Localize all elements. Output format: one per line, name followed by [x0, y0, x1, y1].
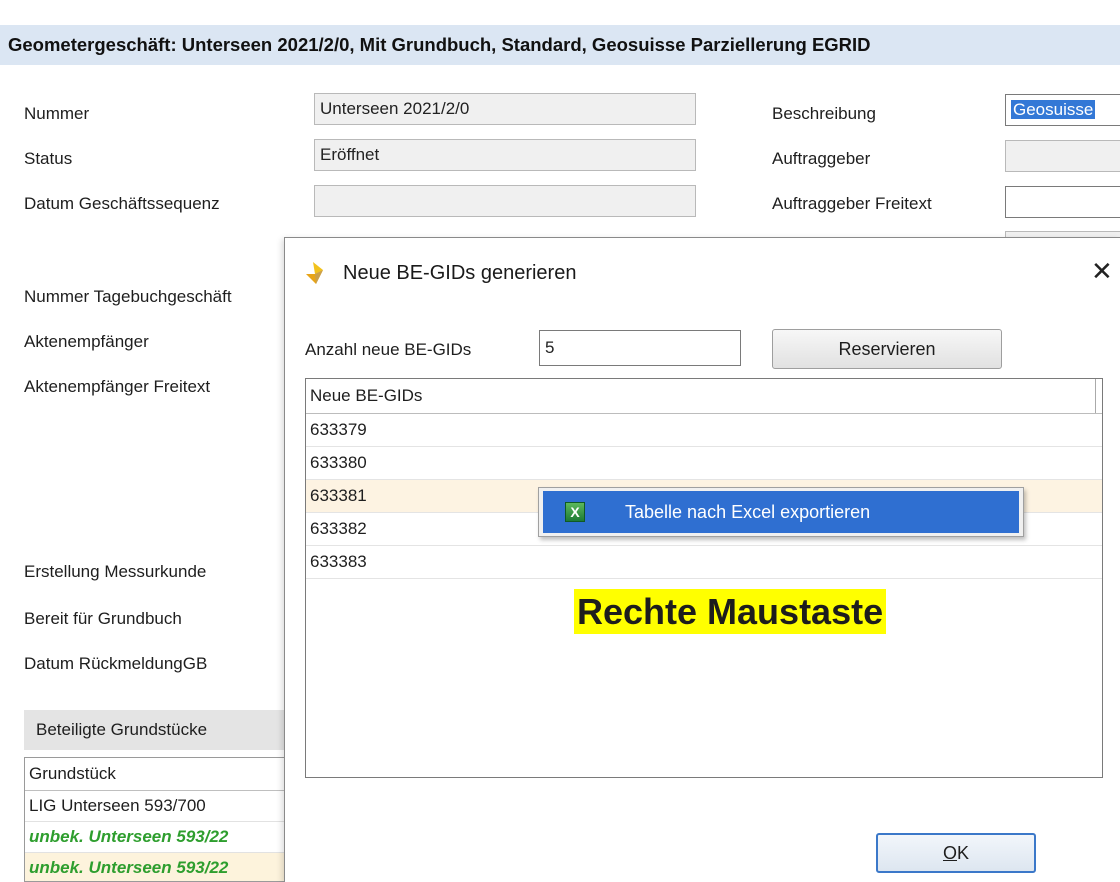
app-logo-icon	[306, 262, 323, 284]
close-icon[interactable]: ✕	[1091, 256, 1113, 287]
table-row[interactable]: 633383	[306, 546, 1102, 579]
right-click-annotation: Rechte Maustaste	[574, 589, 887, 634]
anzahl-input[interactable]: 5	[539, 330, 741, 366]
reservieren-button[interactable]: Reservieren	[772, 329, 1002, 369]
aktenempfaenger-label: Aktenempfänger	[24, 332, 149, 351]
new-be-gids-dialog: Neue BE-GIDs generieren ✕ Anzahl neue BE…	[284, 237, 1120, 882]
auftraggeber-label: Auftraggeber	[772, 149, 871, 168]
datum-geschaeftssequenz-field[interactable]	[314, 185, 696, 217]
table-row[interactable]: 633380	[306, 447, 1102, 480]
context-menu: X Tabelle nach Excel exportieren	[538, 487, 1024, 537]
bereit-fuer-grundbuch-label: Bereit für Grundbuch	[24, 609, 182, 628]
export-excel-label: Tabelle nach Excel exportieren	[625, 502, 871, 522]
beschreibung-label: Beschreibung	[772, 104, 876, 123]
auftraggeber-freitext-label: Auftraggeber Freitext	[772, 194, 932, 213]
datum-geschaeftssequenz-label: Datum Geschäftssequenz	[24, 194, 220, 213]
grundstueck-column-header[interactable]: Grundstück	[25, 758, 286, 791]
nummer-field[interactable]: Unterseen 2021/2/0	[314, 93, 696, 125]
column-divider	[1095, 379, 1096, 413]
auftraggeber-field[interactable]	[1005, 140, 1120, 172]
aktenempfaenger-freitext-label: Aktenempfänger Freitext	[24, 377, 211, 396]
beschreibung-value: Geosuisse	[1011, 100, 1096, 119]
auftraggeber-freitext-field[interactable]	[1005, 186, 1120, 218]
anzahl-label: Anzahl neue BE-GIDs	[305, 340, 472, 359]
table-row[interactable]: unbek. Unterseen 593/22	[25, 822, 286, 853]
nummer-label: Nummer	[24, 104, 90, 123]
status-field[interactable]: Eröffnet	[314, 139, 696, 171]
datum-rueckmeldung-gb-label: Datum RückmeldungGB	[24, 654, 208, 673]
be-gids-column-header[interactable]: Neue BE-GIDs	[306, 379, 1102, 414]
ok-button[interactable]: OK	[876, 833, 1036, 873]
be-gids-table[interactable]: Neue BE-GIDs 633379 633380 633381 633382…	[305, 378, 1103, 778]
export-excel-menu-item[interactable]: X Tabelle nach Excel exportieren	[543, 491, 1019, 533]
table-row[interactable]: LIG Unterseen 593/700	[25, 791, 286, 822]
table-row[interactable]: unbek. Unterseen 593/22	[25, 853, 286, 881]
beteiligte-grundstuecke-header: Beteiligte Grundstücke	[24, 710, 284, 750]
ok-label-rest: K	[957, 843, 970, 863]
excel-icon: X	[565, 502, 585, 522]
ok-mnemonic: O	[942, 843, 957, 863]
table-row[interactable]: 633379	[306, 414, 1102, 447]
beschreibung-field[interactable]: Geosuisse	[1005, 94, 1120, 126]
dialog-title: Neue BE-GIDs generieren	[343, 262, 577, 284]
nummer-tagebuchgeschaeft-label: Nummer Tagebuchgeschäft	[24, 287, 232, 306]
grundstuecke-table[interactable]: Grundstück LIG Unterseen 593/700 unbek. …	[24, 757, 286, 882]
window-title: Geometergeschäft: Unterseen 2021/2/0, Mi…	[0, 25, 1120, 65]
erstellung-messurkunde-label: Erstellung Messurkunde	[24, 562, 207, 581]
status-label: Status	[24, 149, 73, 168]
